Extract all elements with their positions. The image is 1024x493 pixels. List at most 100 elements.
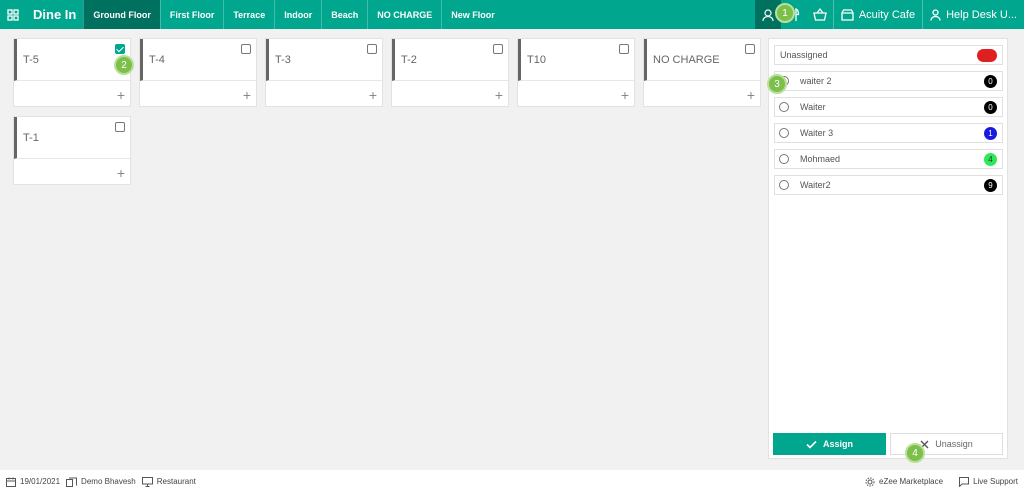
waiter-radio[interactable] <box>779 180 789 190</box>
waiter-radio[interactable] <box>779 102 789 112</box>
waiter-name: waiter 2 <box>800 76 832 86</box>
waiter-radio[interactable] <box>779 128 789 138</box>
table-name: T-3 <box>275 54 291 66</box>
add-order-button[interactable]: + <box>495 88 503 102</box>
table-card-body[interactable]: T-1 <box>14 117 130 159</box>
add-order-button[interactable]: + <box>747 88 755 102</box>
footer-date: 19/01/2021 <box>0 477 60 487</box>
table-checkbox[interactable] <box>241 44 251 54</box>
waiter-option[interactable]: waiter 2 0 <box>774 71 1003 91</box>
marketplace-text: eZee Marketplace <box>879 477 944 486</box>
assign-label: Assign <box>822 439 853 449</box>
calendar-icon <box>6 477 16 487</box>
tab-terrace[interactable]: Terrace <box>223 0 274 29</box>
table-card[interactable]: T-2 + <box>391 38 509 107</box>
assign-button[interactable]: Assign <box>773 433 886 455</box>
add-order-button[interactable]: + <box>117 166 125 180</box>
table-count-badge: 1 <box>984 127 997 140</box>
waiter-option[interactable]: Waiter 0 <box>774 97 1003 117</box>
table-count-badge: 4 <box>984 153 997 166</box>
add-order-button[interactable]: + <box>243 88 251 102</box>
mode-text: Restaurant <box>156 477 196 486</box>
table-checkbox[interactable] <box>115 122 125 132</box>
apps-grid-icon[interactable] <box>0 0 26 29</box>
table-name: T-4 <box>149 54 165 66</box>
support-text: Live Support <box>973 477 1018 486</box>
user-name: Help Desk U... <box>946 8 1017 21</box>
table-card[interactable]: T-1 + <box>13 116 131 185</box>
step-marker-4: 4 <box>905 443 925 463</box>
table-card[interactable]: T10 + <box>517 38 635 107</box>
tab-no-charge[interactable]: NO CHARGE <box>367 0 441 29</box>
table-card[interactable]: T-3 + <box>265 38 383 107</box>
live-support-link[interactable]: Live Support <box>953 476 1018 487</box>
table-name: NO CHARGE <box>653 54 720 66</box>
table-count-badge <box>977 49 997 62</box>
table-checkbox[interactable] <box>745 44 755 54</box>
add-order-button[interactable]: + <box>369 88 377 102</box>
table-card[interactable]: NO CHARGE + <box>643 38 761 107</box>
tab-new-floor[interactable]: New Floor <box>441 0 504 29</box>
table-count-badge: 0 <box>984 75 997 88</box>
waiter-option[interactable]: Waiter 3 1 <box>774 123 1003 143</box>
tab-beach[interactable]: Beach <box>321 0 367 29</box>
table-name: T-1 <box>23 132 39 144</box>
user-text: Demo Bhavesh <box>81 477 136 486</box>
table-card-body[interactable]: T-4 <box>140 39 256 81</box>
table-card-body[interactable]: T-5 <box>14 39 130 81</box>
step-marker-2: 2 <box>114 55 134 75</box>
chat-icon <box>959 476 970 487</box>
table-card-body[interactable]: T10 <box>518 39 634 81</box>
status-bar: 19/01/2021 Demo Bhavesh Restaurant eZee … <box>0 470 1024 493</box>
marketplace-link[interactable]: eZee Marketplace <box>859 477 943 487</box>
table-card[interactable]: T-5 + <box>13 38 131 107</box>
waiter-option-unassigned[interactable]: Unassigned <box>774 45 1003 65</box>
basket-icon[interactable] <box>807 0 833 29</box>
outlet-selector[interactable]: Acuity Cafe <box>832 0 922 29</box>
table-count-badge: 0 <box>984 101 997 114</box>
waiter-option[interactable]: Waiter2 9 <box>774 175 1003 195</box>
date-text: 19/01/2021 <box>20 477 61 486</box>
add-order-button[interactable]: + <box>117 88 125 102</box>
top-bar: Dine In Ground Floor First Floor Terrace… <box>0 0 1024 29</box>
table-name: T-5 <box>23 54 39 66</box>
table-card-body[interactable]: NO CHARGE <box>644 39 760 81</box>
table-count-badge: 9 <box>984 179 997 192</box>
user-menu[interactable]: Help Desk U... <box>922 0 1024 29</box>
table-name: T10 <box>527 54 546 66</box>
gear-icon <box>865 477 875 486</box>
table-card-body[interactable]: T-3 <box>266 39 382 81</box>
table-name: T-2 <box>401 54 417 66</box>
page-title: Dine In <box>33 7 77 22</box>
waiter-name: Unassigned <box>780 50 828 60</box>
table-card[interactable]: T-4 + <box>139 38 257 107</box>
tab-ground-floor[interactable]: Ground Floor <box>83 0 160 29</box>
table-checkbox[interactable] <box>115 44 125 54</box>
outlet-name: Acuity Cafe <box>858 8 916 21</box>
table-card-body[interactable]: T-2 <box>392 39 508 81</box>
user-list-icon <box>66 477 78 487</box>
user-icon <box>930 8 941 21</box>
waiter-name: Waiter2 <box>800 180 831 190</box>
step-marker-3: 3 <box>767 74 787 94</box>
footer-user: Demo Bhavesh <box>60 477 136 487</box>
tab-indoor[interactable]: Indoor <box>274 0 321 29</box>
check-icon <box>806 440 817 449</box>
monitor-icon <box>141 476 153 487</box>
floor-tabs: Ground Floor First Floor Terrace Indoor … <box>83 0 503 29</box>
table-checkbox[interactable] <box>619 44 629 54</box>
step-marker-1: 1 <box>775 3 795 23</box>
add-order-button[interactable]: + <box>621 88 629 102</box>
waiter-radio[interactable] <box>779 154 789 164</box>
waiter-name: Waiter <box>800 102 826 112</box>
waiter-name: Mohmaed <box>800 154 841 164</box>
footer-mode: Restaurant <box>136 476 196 487</box>
table-checkbox[interactable] <box>367 44 377 54</box>
waiter-panel: Unassigned waiter 2 0 Waiter 0 Waiter 3 … <box>768 38 1008 459</box>
store-icon <box>841 8 854 21</box>
waiter-option[interactable]: Mohmaed 4 <box>774 149 1003 169</box>
waiter-name: Waiter 3 <box>800 128 834 138</box>
tab-first-floor[interactable]: First Floor <box>159 0 224 29</box>
unassign-label: Unassign <box>935 439 973 449</box>
table-checkbox[interactable] <box>493 44 503 54</box>
